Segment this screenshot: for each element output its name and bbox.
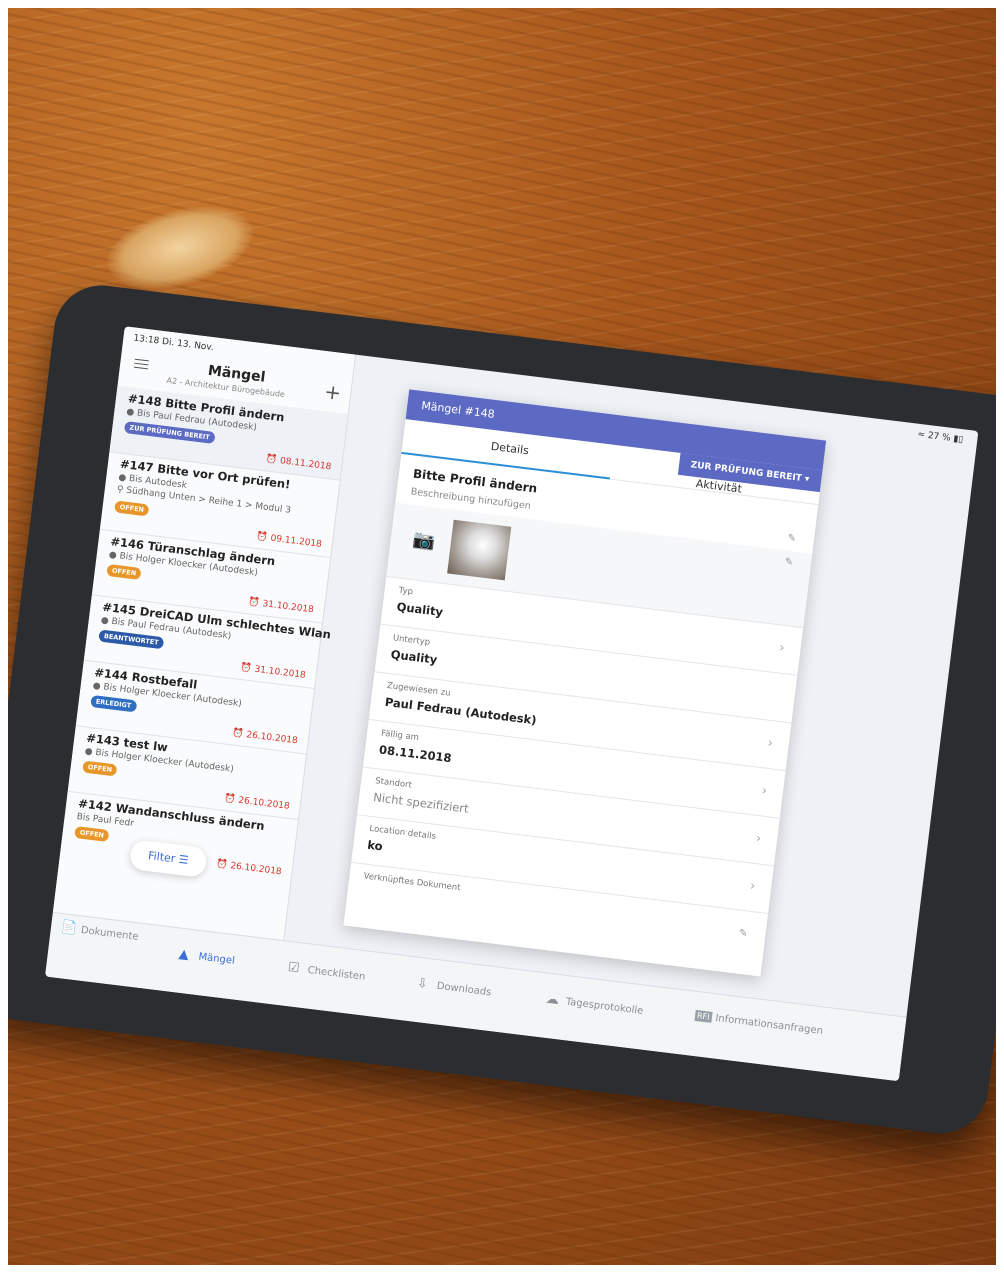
download-icon: ⇩ xyxy=(416,975,429,993)
chevron-right-icon: › xyxy=(766,735,774,752)
tab-informationsanfragen[interactable]: RFI Informationsanfragen xyxy=(694,1009,823,1037)
battery-icon: ▮▯ xyxy=(952,434,964,446)
chevron-right-icon: › xyxy=(760,783,768,799)
photo-thumbnail[interactable] xyxy=(447,519,512,581)
status-badge: BEANTWORTET xyxy=(98,629,165,650)
issue-detail-panel: Mängel #148 Details Aktivität ZUR PRÜFUN… xyxy=(343,389,827,977)
checkbox-icon: ☑ xyxy=(287,959,301,977)
edit-description-icon[interactable]: ✎ xyxy=(784,556,794,568)
status-badge: OFFEN xyxy=(82,760,118,777)
tab-dokumente[interactable]: 📄 Dokumente xyxy=(60,920,139,944)
status-badge: OFFEN xyxy=(106,563,142,581)
tablet-screen: 13:18 Di. 13. Nov. Mängel A2 - Architekt… xyxy=(45,326,979,1082)
wood-knot xyxy=(97,191,263,304)
edit-document-icon[interactable]: ✎ xyxy=(738,928,748,940)
chevron-right-icon: › xyxy=(778,640,786,656)
tab-details[interactable]: Details xyxy=(490,440,529,458)
status-badge: OFFEN xyxy=(114,500,150,517)
weather-icon: ☁ xyxy=(545,991,560,1009)
tab-checklisten[interactable]: ☑ Checklisten xyxy=(287,960,366,984)
menu-icon[interactable] xyxy=(133,356,150,373)
add-photo-icon[interactable]: 📷 xyxy=(412,529,437,553)
document-icon: 📄 xyxy=(60,920,79,937)
chevron-down-icon: ▾ xyxy=(804,474,810,485)
status-battery: ≈ 27 % ▮▯ xyxy=(916,429,964,446)
sliders-icon: ☰ xyxy=(177,852,190,867)
tab-tagesprotokolle[interactable]: ☁ Tagesprotokolle xyxy=(545,992,644,1019)
add-issue-button[interactable]: + xyxy=(323,379,343,405)
tab-maengel[interactable]: ▲ Mängel xyxy=(178,947,236,969)
edit-title-icon[interactable]: ✎ xyxy=(787,533,797,545)
status-badge: OFFEN xyxy=(74,825,110,843)
status-badge: ERLEDIGT xyxy=(90,694,137,713)
chevron-right-icon: › xyxy=(755,831,763,847)
tablet-device: 13:18 Di. 13. Nov. Mängel A2 - Architekt… xyxy=(0,280,1004,1139)
chevron-right-icon: › xyxy=(749,878,757,895)
rfi-icon: RFI xyxy=(694,1009,713,1023)
status-time: 13:18 Di. 13. Nov. xyxy=(132,333,215,354)
warning-icon: ▲ xyxy=(177,946,190,963)
wifi-icon: ≈ xyxy=(916,429,926,441)
tab-downloads[interactable]: ⇩ Downloads xyxy=(416,976,492,1000)
issue-list-panel: 13:18 Di. 13. Nov. Mängel A2 - Architekt… xyxy=(52,326,357,941)
